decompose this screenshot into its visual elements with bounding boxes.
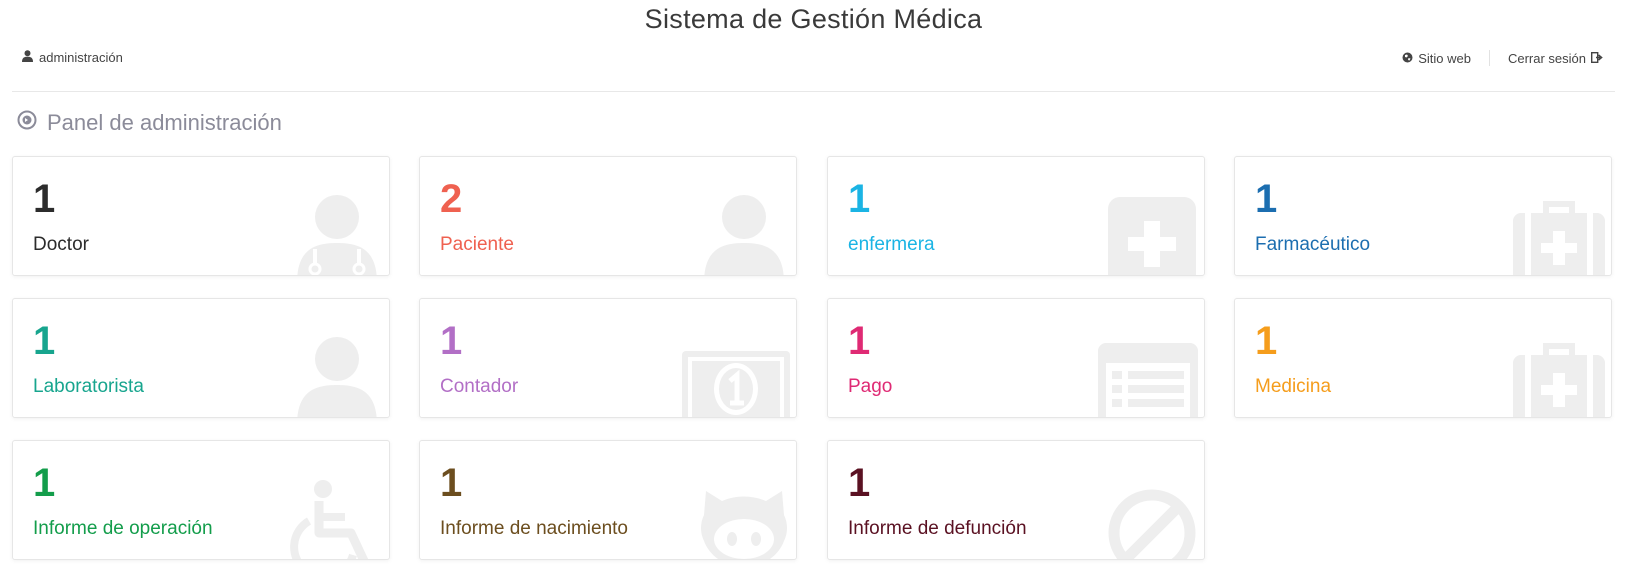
user-icon — [22, 50, 33, 65]
section-title-text: Panel de administración — [47, 110, 282, 135]
github-icon — [696, 471, 792, 559]
card-label: Medicina — [1255, 376, 1332, 397]
card-payment[interactable]: 1 Pago — [827, 298, 1205, 418]
user-icon — [289, 329, 385, 417]
app-title: Sistema de Gestión Médica — [644, 4, 983, 34]
card-count: 1 — [33, 319, 56, 363]
card-death-report[interactable]: 1 Informe de defunción — [827, 440, 1205, 560]
link-separator — [1488, 50, 1490, 66]
medical-plus-icon — [1104, 187, 1200, 275]
globe-icon — [1402, 51, 1413, 66]
card-count: 1 — [848, 461, 871, 505]
card-label: Informe de operación — [33, 518, 213, 539]
logout-icon — [1590, 51, 1603, 66]
card-label: Laboratorista — [33, 376, 144, 397]
arrow-circle-icon — [17, 110, 37, 136]
card-label: Pago — [848, 376, 893, 397]
user-icon — [696, 187, 792, 275]
list-alt-icon — [1096, 329, 1200, 417]
card-label: Contador — [440, 376, 519, 397]
card-patient[interactable]: 2 Paciente — [419, 156, 797, 276]
card-count: 1 — [33, 177, 56, 221]
card-lab-technician[interactable]: 1 Laboratorista — [12, 298, 390, 418]
card-label: Farmacéutico — [1255, 234, 1371, 255]
wheelchair-icon — [289, 471, 385, 559]
card-label: Doctor — [33, 234, 89, 255]
card-operation-report[interactable]: 1 Informe de operación — [12, 440, 390, 560]
card-label: Paciente — [440, 234, 514, 255]
header-divider — [12, 91, 1615, 92]
card-count: 1 — [440, 319, 463, 363]
card-label: Informe de nacimiento — [440, 518, 628, 539]
card-count: 2 — [440, 177, 463, 221]
card-count: 1 — [440, 461, 463, 505]
card-pharmacist[interactable]: 1 Farmacéutico — [1234, 156, 1612, 276]
website-link[interactable]: Sitio web — [1402, 51, 1471, 66]
card-label: Informe de defunción — [848, 518, 1027, 539]
ban-icon — [1104, 471, 1200, 559]
website-link-label: Sitio web — [1418, 50, 1471, 66]
card-count: 1 — [848, 319, 871, 363]
card-count: 1 — [1255, 319, 1278, 363]
card-doctor[interactable]: 1 Doctor — [12, 156, 390, 276]
top-bar: administración Sitio web Cerrar sesión — [0, 48, 1627, 70]
money-icon — [680, 329, 792, 417]
logout-link-label: Cerrar sesión — [1507, 50, 1586, 66]
current-user[interactable]: administración — [22, 50, 123, 65]
card-nurse[interactable]: 1 enfermera — [827, 156, 1205, 276]
card-count: 1 — [33, 461, 56, 505]
card-medicine[interactable]: 1 Medicina — [1234, 298, 1612, 418]
logout-link[interactable]: Cerrar sesión — [1508, 51, 1603, 66]
medkit-icon — [1511, 329, 1607, 417]
card-count: 1 — [848, 177, 871, 221]
user-name: administración — [39, 50, 123, 65]
card-label: enfermera — [848, 234, 935, 255]
medkit-icon — [1511, 187, 1607, 275]
card-accountant[interactable]: 1 Contador — [419, 298, 797, 418]
section-title: Panel de administración — [17, 110, 282, 136]
doctor-icon — [289, 187, 385, 275]
card-birth-report[interactable]: 1 Informe de nacimiento — [419, 440, 797, 560]
card-count: 1 — [1255, 177, 1278, 221]
